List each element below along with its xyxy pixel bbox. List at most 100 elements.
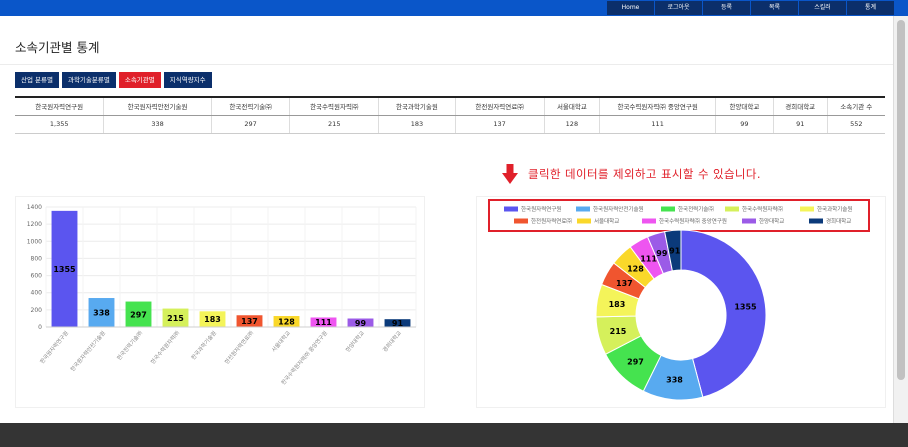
legend-item: 한국전력기술㈜ — [678, 205, 714, 213]
slice-value-label: 137 — [616, 279, 633, 288]
table-cell: 338 — [103, 115, 212, 134]
legend-swatch — [504, 206, 518, 212]
legend-item: 서울대학교 — [594, 217, 619, 225]
table-header: 한국원자력안전기술원 — [103, 96, 212, 116]
y-tick-label: 1000 — [27, 238, 42, 245]
bar-value-label: 111 — [315, 318, 332, 327]
legend-item: 한국수력원자력㈜ 중앙연구원 — [659, 217, 727, 225]
table-header: 서울대학교 — [543, 96, 600, 116]
nav-skiller[interactable]: 스킬러 — [799, 1, 846, 15]
bar-chart: 0 200 400 600 800 1000 1200 1400 1355 한국원자력연구원 338… — [27, 204, 417, 386]
legend-swatch — [642, 218, 656, 224]
slice-value-label: 297 — [627, 357, 644, 366]
x-tick-label: 서울대학교 — [270, 329, 292, 354]
tab-affiliation[interactable]: 소속기관별 — [118, 72, 161, 88]
legend-swatch — [661, 206, 675, 212]
nav-logout[interactable]: 로그아웃 — [655, 1, 702, 15]
legend-item: 경희대학교 — [826, 217, 851, 225]
x-tick-label: 한국과학기술원 — [189, 329, 218, 361]
x-tick-label: 한국수력원자력㈜ — [149, 329, 182, 366]
table-row: 1,355 338 297 215 183 137 128 111 99 91 … — [15, 115, 885, 134]
hint-callout: 클릭한 데이터를 제외하고 표시할 수 있습니다. — [502, 164, 761, 184]
legend-swatch — [809, 218, 823, 224]
y-tick-label: 200 — [31, 307, 43, 314]
legend-item: 한국수력원자력㈜ — [742, 205, 783, 213]
affiliation-stats-table: 한국원자력연구원 한국원자력안전기술원 한국전력기술㈜ 한국수력원자력㈜ 한국과… — [15, 96, 885, 134]
slice-value-label: 215 — [610, 327, 627, 336]
legend-item: 한전원자력연료㈜ — [531, 217, 572, 225]
legend-item: 한국원자력안전기술원 — [593, 205, 644, 213]
legend-swatch — [514, 218, 528, 224]
tab-science-technology[interactable]: 과학기술분류별 — [61, 72, 116, 88]
tab-knowledge-index[interactable]: 지식역량지수 — [163, 72, 212, 88]
table-header: 한전원자력연료㈜ — [454, 96, 544, 116]
table-header-row: 한국원자력연구원 한국원자력안전기술원 한국전력기술㈜ 한국수력원자력㈜ 한국과… — [15, 96, 885, 116]
table-cell: 183 — [378, 115, 456, 134]
table-cell: 215 — [289, 115, 379, 134]
nav-statistics[interactable]: 통계 — [847, 1, 894, 15]
table-header: 한국원자력연구원 — [15, 96, 104, 116]
legend-swatch — [800, 206, 814, 212]
bar-value-label: 137 — [241, 317, 258, 326]
legend-swatch — [577, 218, 591, 224]
table-header: 한국수력원자력㈜ 중앙연구원 — [599, 96, 716, 116]
y-tick-label: 800 — [31, 255, 43, 262]
tab-industry[interactable]: 산업 분류별 — [15, 72, 59, 88]
slice-value-label: 128 — [627, 265, 644, 274]
slice-value-label: 99 — [656, 249, 668, 258]
table-header: 한국과학기술원 — [378, 96, 456, 116]
y-tick-label: 1400 — [27, 204, 42, 211]
slice-value-label: 338 — [666, 376, 683, 385]
legend-item: 한국과학기술원 — [817, 205, 852, 213]
y-tick-label: 600 — [31, 273, 43, 280]
slice-value-label: 183 — [609, 300, 626, 309]
table-cell: 99 — [715, 115, 774, 134]
table-cell: 297 — [210, 115, 290, 134]
bar-value-label: 215 — [167, 314, 184, 323]
hint-text: 클릭한 데이터를 제외하고 표시할 수 있습니다. — [528, 167, 761, 181]
bar-value-label: 99 — [355, 319, 367, 328]
donut-chart: 한국원자력연구원 한국원자력안전기술원 한국전력기술㈜ 한국수력원자력㈜ 한국과학기술원… — [488, 199, 870, 401]
nav-list[interactable]: 목록 — [751, 1, 798, 15]
table-cell: 552 — [826, 115, 885, 134]
content-panel: 소속기관별 통계 산업 분류별 과학기술분류별 소속기관별 지식역량지수 한국원… — [0, 16, 893, 423]
table-header: 한국전력기술㈜ — [210, 96, 290, 116]
donut-chart-container: 한국원자력연구원 한국원자력안전기술원 한국전력기술㈜ 한국수력원자력㈜ 한국과학기술원… — [476, 196, 886, 408]
category-tabs: 산업 분류별 과학기술분류별 소속기관별 지식역량지수 — [15, 72, 215, 88]
bar-value-label: 338 — [93, 309, 110, 318]
legend-item: 한양대학교 — [759, 217, 784, 225]
x-tick-label: 한국원자력연구원 — [38, 329, 70, 365]
scrollbar-thumb[interactable] — [897, 20, 905, 380]
legend-swatch — [725, 206, 739, 212]
page-title: 소속기관별 통계 — [15, 40, 100, 55]
table-header: 소속기관 수 — [826, 96, 885, 116]
vertical-scrollbar[interactable] — [893, 16, 908, 423]
slice-value-label: 91 — [669, 246, 681, 255]
table-cell: 128 — [543, 115, 600, 134]
nav-home[interactable]: Home — [607, 1, 654, 15]
top-menu: Home 로그아웃 등록 목록 스킬러 통계 — [606, 1, 894, 15]
legend-swatch — [576, 206, 590, 212]
table-cell: 1,355 — [15, 115, 104, 134]
table-header: 한양대학교 — [715, 96, 774, 116]
x-tick-label: 한국전력기술㈜ — [115, 329, 145, 362]
bar-value-label: 297 — [130, 310, 147, 319]
y-tick-label: 1200 — [27, 221, 42, 228]
title-divider — [0, 64, 893, 65]
slice-value-label: 111 — [640, 255, 657, 264]
table-cell: 137 — [454, 115, 544, 134]
bar-chart-container: 0 200 400 600 800 1000 1200 1400 1355 한국원자력연구원 338… — [15, 196, 425, 408]
y-tick-label: 400 — [31, 290, 43, 297]
bar-value-label: 128 — [278, 318, 295, 327]
bar-value-label: 1355 — [53, 265, 76, 274]
table-header: 한국수력원자력㈜ — [289, 96, 379, 116]
legend-item: 한국원자력연구원 — [521, 205, 561, 213]
arrow-down-icon — [502, 164, 518, 184]
x-tick-label: 경희대학교 — [381, 329, 403, 354]
table-header: 경희대학교 — [772, 96, 828, 116]
slice-value-label: 1355 — [734, 303, 757, 312]
top-navigation-bar: Home 로그아웃 등록 목록 스킬러 통계 — [0, 0, 908, 16]
table-cell: 91 — [772, 115, 828, 134]
legend-swatch — [742, 218, 756, 224]
nav-register[interactable]: 등록 — [703, 1, 750, 15]
